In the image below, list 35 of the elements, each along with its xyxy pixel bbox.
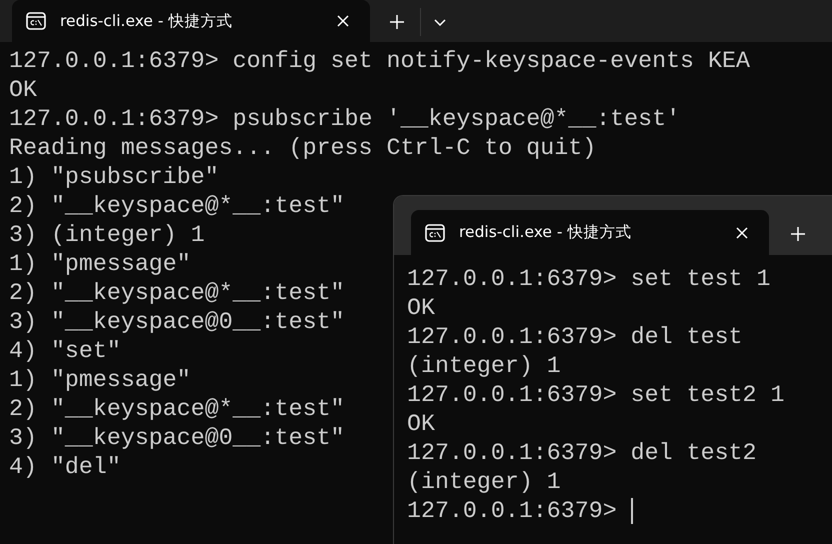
terminal-tab[interactable]: redis-cli.exe - 快捷方式 [411,210,769,255]
terminal-line: 4) "set" [9,338,121,364]
plus-icon [790,226,806,242]
terminal-line: 1) "psubscribe" [9,164,219,190]
terminal-line: 4) "del" [9,454,121,480]
terminal-line: 3) (integer) 1 [9,222,205,248]
terminal-line: 127.0.0.1:6379> config set notify-keyspace-events KEA [9,48,750,74]
terminal-line: (integer) 1 [407,468,561,494]
terminal-line: OK [407,410,435,436]
chevron-down-icon [434,18,446,26]
terminal-line: 2) "__keyspace@*__:test" [9,192,345,218]
terminal-line: OK [407,294,435,320]
terminal-tab[interactable]: redis-cli.exe - 快捷方式 [12,0,370,42]
terminal-line: 127.0.0.1:6379> del test2 [407,440,757,466]
terminal-line: 1) "pmessage" [9,366,191,392]
plus-icon [389,14,405,30]
close-icon [336,14,350,28]
terminal-line: 127.0.0.1:6379> set test 1 [407,266,770,292]
terminal-line: 127.0.0.1:6379> psubscribe '__keyspace@*__:test' [9,106,680,132]
terminal-line: 3) "__keyspace@0__:test" [9,308,345,334]
terminal-line: 2) "__keyspace@*__:test" [9,280,345,306]
terminal-icon [26,12,46,30]
terminal-icon [425,224,445,242]
terminal-line: (integer) 1 [407,352,561,378]
close-icon [735,226,749,240]
terminal-line: 127.0.0.1:6379> [407,498,617,524]
terminal-line: Reading messages... (press Ctrl-C to quit) [9,134,596,160]
terminal-line: 1) "pmessage" [9,250,191,276]
terminal-line: 2) "__keyspace@*__:test" [9,396,345,422]
terminal-line: 127.0.0.1:6379> del test [407,324,743,350]
terminal-line: 127.0.0.1:6379> set test2 1 [407,382,784,408]
terminal-line: 3) "__keyspace@0__:test" [9,424,345,450]
tab-title: redis-cli.exe - 快捷方式 [459,222,632,243]
tab-title: redis-cli.exe - 快捷方式 [60,10,234,32]
terminal-line: OK [9,76,37,102]
